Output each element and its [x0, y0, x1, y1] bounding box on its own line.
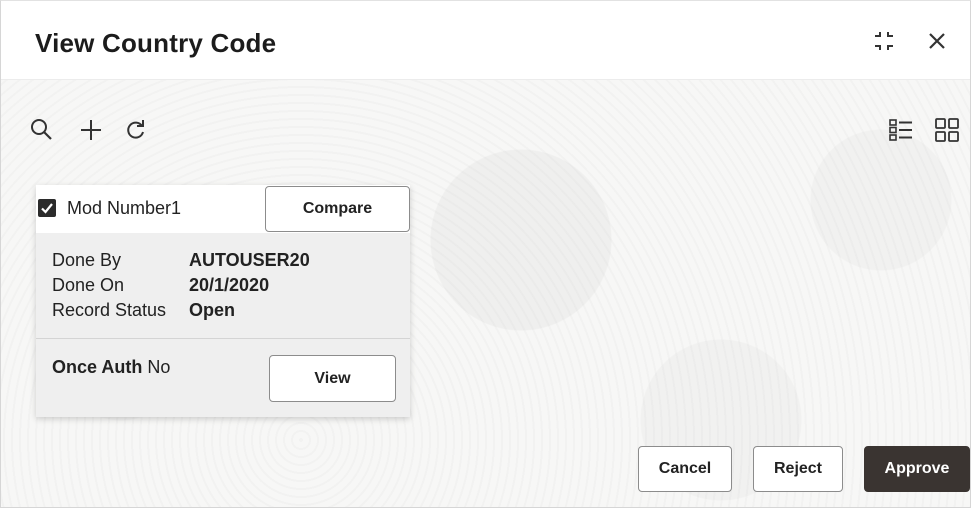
dialog-header: View Country Code [1, 1, 970, 80]
once-auth-label: Once Auth [52, 357, 143, 377]
once-auth-row: Once Auth No [52, 357, 170, 378]
checkmark-icon [41, 203, 53, 214]
add-icon[interactable] [78, 117, 104, 143]
detail-label: Done By [52, 250, 122, 270]
card-divider [36, 338, 410, 339]
modification-card: Mod Number1 Compare Done By AUTOUSER20 D… [36, 185, 410, 417]
card-details: Done By AUTOUSER20 Done On 20/1/2020 Rec… [36, 233, 410, 417]
detail-value: 20/1/2020 [189, 275, 270, 295]
refresh-icon[interactable] [123, 117, 149, 143]
approve-button[interactable]: Approve [864, 446, 970, 492]
list-view-icon[interactable] [888, 117, 914, 143]
view-button[interactable]: View [269, 355, 396, 402]
detail-value: AUTOUSER20 [189, 250, 310, 270]
detail-label: Record Status [52, 300, 167, 320]
detail-label: Done On [52, 275, 125, 295]
detail-row-done-by: Done By AUTOUSER20 [52, 250, 310, 271]
detail-value: Open [189, 300, 236, 320]
mod-number-label: Mod Number1 [67, 198, 182, 218]
close-icon[interactable] [925, 29, 949, 53]
detail-row-record-status: Record Status Open [52, 300, 235, 321]
detail-row-done-on: Done On 20/1/2020 [52, 275, 269, 296]
dialog-title: View Country Code [35, 28, 277, 58]
minimize-icon[interactable] [872, 29, 896, 53]
grid-view-icon[interactable] [934, 117, 960, 143]
cancel-button[interactable]: Cancel [638, 446, 732, 492]
search-icon[interactable] [29, 117, 55, 143]
compare-button[interactable]: Compare [265, 186, 410, 232]
dialog-content: Mod Number1 Compare Done By AUTOUSER20 D… [1, 80, 970, 507]
view-country-code-dialog: View Country Code Mod Number1 Compare Do… [0, 0, 971, 508]
once-auth-value: No [147, 357, 171, 377]
reject-button[interactable]: Reject [753, 446, 843, 492]
select-checkbox[interactable] [38, 199, 56, 217]
card-header: Mod Number1 Compare [36, 185, 410, 233]
